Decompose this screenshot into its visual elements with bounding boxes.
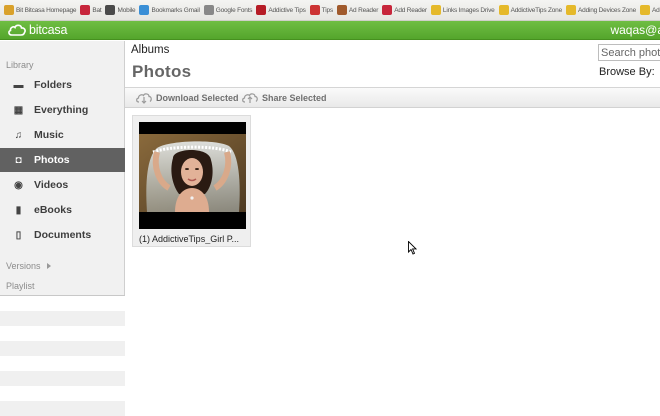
download-selected-label: Download Selected <box>156 92 239 103</box>
app-header: bitcasa waqas@a <box>0 21 660 40</box>
playlist-section-label: Playlist <box>6 281 35 291</box>
bookmark-label: Add Zone <box>652 6 660 14</box>
playlist-list <box>0 295 125 416</box>
photo-caption: (1) AddictiveTips_Girl P... <box>139 234 240 244</box>
bookmark-favicon-icon <box>4 5 14 15</box>
bookmark-favicon-icon <box>498 5 509 15</box>
bookmarks-bar: Bit Bitcasa Homepage Bat Mobile Bookmarks G… <box>0 0 660 21</box>
bookmark-label: Bit Bitcasa Homepage <box>16 6 77 14</box>
action-toolbar: Download Selected Share Selected <box>125 87 660 108</box>
grid-icon: ▦ <box>13 104 24 116</box>
bookmark-favicon-icon <box>382 5 393 15</box>
photo-thumbnail[interactable] <box>139 122 246 229</box>
sidebar-item-folders[interactable]: ▬ Folders <box>0 73 125 97</box>
bookmark-item[interactable]: Ad Reader <box>336 5 379 15</box>
download-selected-button[interactable]: Download Selected <box>135 91 239 104</box>
play-circle-icon: ◉ <box>14 179 23 191</box>
bookmark-label: AddictiveTips Zone <box>510 6 563 14</box>
bookmark-favicon-icon <box>566 5 577 15</box>
sidebar: Library ▬ Folders ▦ Everything ♫ Music ◘ Photos… <box>0 41 125 416</box>
library-section-label: Library <box>6 60 34 70</box>
bookmark-item[interactable]: Links Images Drive <box>430 5 495 15</box>
bookmark-favicon-icon <box>309 5 320 15</box>
mouse-cursor-icon <box>408 241 417 255</box>
browse-by-label[interactable]: Browse By: <box>599 66 655 78</box>
cloud-logo-icon <box>8 24 26 36</box>
share-selected-button[interactable]: Share Selected <box>241 91 327 104</box>
bookmark-item[interactable]: Mobile <box>105 5 136 15</box>
sidebar-item-label: Folders <box>34 79 72 91</box>
bookmark-label: Bat <box>92 6 102 14</box>
download-cloud-icon <box>135 91 153 104</box>
bookmark-item[interactable]: Add Reader <box>382 5 427 15</box>
music-note-icon: ♫ <box>14 129 23 141</box>
bookmark-item[interactable]: Adding Devices Zone <box>566 5 636 15</box>
sidebar-item-label: Music <box>34 129 64 141</box>
sidebar-item-ebooks[interactable]: ▮ eBooks <box>0 198 125 222</box>
bookmark-item[interactable]: Add Zone <box>640 5 660 15</box>
sidebar-item-label: Photos <box>34 154 70 166</box>
share-cloud-icon <box>241 91 259 104</box>
bookmark-label: Addictive Tips <box>268 6 306 14</box>
share-selected-label: Share Selected <box>262 92 327 103</box>
bookmark-item[interactable]: Bookmarks Gmail <box>139 5 200 15</box>
document-icon: ▯ <box>15 229 22 241</box>
photo-card[interactable]: (1) AddictiveTips_Girl P... <box>132 115 251 247</box>
book-icon: ▮ <box>15 204 22 216</box>
page-title: Photos <box>132 62 192 81</box>
bookmark-item[interactable]: Google Fonts <box>203 5 253 15</box>
folder-icon: ▬ <box>13 79 24 91</box>
breadcrumb-albums[interactable]: Albums <box>131 44 169 56</box>
expand-arrow-icon <box>46 263 51 269</box>
sidebar-item-label: Videos <box>34 179 69 191</box>
bookmark-label: Adding Devices Zone <box>578 6 637 14</box>
logo-text: bitcasa <box>29 22 68 37</box>
bookmark-item[interactable]: AddictiveTips Zone <box>498 5 563 15</box>
bookmark-favicon-icon <box>105 5 116 15</box>
bookmark-item[interactable]: Tips <box>309 5 333 15</box>
sidebar-item-everything[interactable]: ▦ Everything <box>0 98 125 122</box>
camera-icon: ◘ <box>15 154 22 166</box>
versions-toggle[interactable]: Versions <box>6 261 51 271</box>
sidebar-item-music[interactable]: ♫ Music <box>0 123 125 147</box>
photo-image <box>139 122 246 229</box>
bookmark-item[interactable]: Bit Bitcasa Homepage <box>4 5 77 15</box>
bookmark-label: Links Images Drive <box>442 6 495 14</box>
bookmark-label: Tips <box>321 6 333 14</box>
bookmark-favicon-icon <box>139 5 150 15</box>
bookmark-favicon-icon <box>640 5 651 15</box>
bookmark-item[interactable]: Addictive Tips <box>256 5 306 15</box>
bookmark-favicon-icon <box>203 5 214 15</box>
sidebar-item-label: Documents <box>34 229 92 241</box>
sidebar-item-label: Everything <box>34 104 89 116</box>
user-account-menu[interactable]: waqas@a <box>610 23 660 37</box>
sidebar-item-photos[interactable]: ◘ Photos <box>0 148 125 172</box>
sidebar-item-videos[interactable]: ◉ Videos <box>0 173 125 197</box>
sidebar-item-documents[interactable]: ▯ Documents <box>0 223 125 247</box>
bookmark-label: Ad Reader <box>348 6 379 14</box>
bitcasa-logo[interactable]: bitcasa <box>7 22 67 37</box>
versions-label: Versions <box>6 261 41 271</box>
bookmark-favicon-icon <box>80 5 91 15</box>
bookmark-label: Google Fonts <box>215 6 253 14</box>
sidebar-item-label: eBooks <box>34 204 72 216</box>
bookmark-label: Add Reader <box>394 6 427 14</box>
search-input[interactable] <box>598 44 660 61</box>
bookmark-favicon-icon <box>336 5 347 15</box>
bookmark-label: Bookmarks Gmail <box>151 6 200 14</box>
bookmark-label: Mobile <box>117 6 136 14</box>
bookmark-favicon-icon <box>256 5 267 15</box>
bookmark-item[interactable]: Bat <box>80 5 102 15</box>
bookmark-favicon-icon <box>430 5 441 15</box>
